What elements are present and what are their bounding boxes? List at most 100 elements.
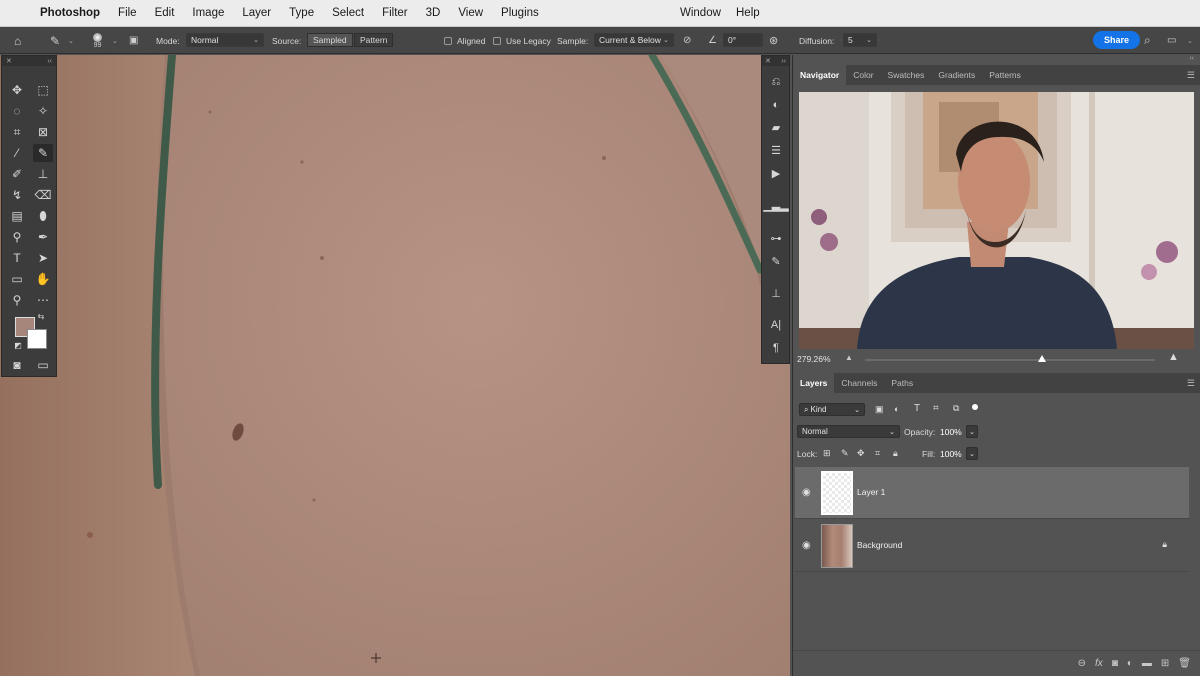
- background-color-swatch[interactable]: [27, 329, 47, 349]
- lock-image-pixels-icon[interactable]: ✎: [841, 448, 849, 459]
- properties-panel-icon[interactable]: ☰: [766, 141, 786, 159]
- menu-view[interactable]: View: [458, 7, 483, 19]
- brush-tool-icon[interactable]: ✐: [7, 165, 27, 183]
- tab-navigator[interactable]: Navigator: [793, 65, 847, 85]
- quick-selection-tool-icon[interactable]: ✧: [33, 102, 53, 120]
- menu-window[interactable]: Window: [680, 7, 721, 19]
- delete-layer-icon[interactable]: 🗑︎: [1178, 658, 1191, 669]
- tab-channels[interactable]: Channels: [834, 373, 884, 393]
- workspace-icon[interactable]: ▭: [1167, 27, 1176, 54]
- more-tools-icon[interactable]: ⋯: [33, 291, 53, 309]
- menu-help[interactable]: Help: [736, 7, 760, 19]
- lock-transparent-pixels-icon[interactable]: ⊞: [823, 448, 831, 459]
- tab-patterns[interactable]: Patterns: [982, 65, 1028, 85]
- filter-smart-object-icon[interactable]: ⧉: [953, 403, 959, 414]
- blend-mode-select[interactable]: Normal ⌄: [797, 425, 900, 438]
- app-name-menu[interactable]: Photoshop: [40, 7, 100, 19]
- link-layers-icon[interactable]: ⊖: [1078, 658, 1086, 669]
- swap-colors-icon[interactable]: ⇆: [35, 310, 47, 322]
- clone-stamp-tool-icon[interactable]: ⊥: [33, 165, 53, 183]
- menu-filter[interactable]: Filter: [382, 7, 408, 19]
- actions-panel-icon[interactable]: ▶: [766, 164, 786, 182]
- collapse-panels-icon[interactable]: ‹‹: [1189, 55, 1194, 62]
- opacity-value[interactable]: 100%: [940, 427, 962, 437]
- eyedropper-tool-icon[interactable]: ⁄: [7, 144, 27, 162]
- dodge-tool-icon[interactable]: ⚲: [7, 228, 27, 246]
- menu-image[interactable]: Image: [192, 7, 224, 19]
- color-panel-icon[interactable]: ◐: [766, 96, 786, 114]
- tool-preset-chevron-icon[interactable]: ⌄: [68, 27, 74, 54]
- histogram-panel-icon[interactable]: ▁▃▂: [763, 196, 788, 214]
- search-icon[interactable]: ⌕: [1144, 27, 1151, 54]
- fill-chevron-icon[interactable]: ⌄: [966, 447, 978, 460]
- path-selection-tool-icon[interactable]: ➤: [33, 249, 53, 267]
- healing-brush-tool-icon[interactable]: ✎: [50, 27, 60, 54]
- panel-menu-icon[interactable]: ☰: [1187, 70, 1195, 81]
- lock-artboard-icon[interactable]: ⌗: [875, 448, 880, 459]
- visibility-eye-icon[interactable]: ◉: [802, 540, 811, 551]
- layer-row-background[interactable]: ◉ Background 🔒︎: [795, 520, 1189, 572]
- panel-menu-icon[interactable]: ☰: [1187, 378, 1195, 389]
- type-tool-icon[interactable]: T: [7, 249, 27, 267]
- eraser-tool-icon[interactable]: ⌫: [33, 186, 53, 204]
- close-icon[interactable]: ✕: [765, 57, 771, 65]
- pressure-size-icon[interactable]: ⊛: [769, 27, 778, 54]
- default-colors-icon[interactable]: ◩: [12, 339, 24, 351]
- new-layer-icon[interactable]: ⊞: [1161, 658, 1169, 669]
- lock-icon[interactable]: 🔒︎: [1162, 539, 1167, 550]
- layer-name[interactable]: Background: [857, 540, 902, 550]
- marquee-tool-icon[interactable]: ⬚: [33, 81, 53, 99]
- layer-filter-kind-select[interactable]: ⌕ Kind ⌄: [799, 403, 865, 416]
- document-canvas[interactable]: [0, 55, 790, 676]
- visibility-eye-icon[interactable]: ◉: [802, 487, 811, 498]
- paragraph-panel-icon[interactable]: ¶: [766, 339, 786, 357]
- new-group-icon[interactable]: ▬: [1142, 658, 1152, 669]
- lock-all-icon[interactable]: 🔒︎: [893, 448, 898, 459]
- gradient-tool-icon[interactable]: ▤: [7, 207, 27, 225]
- menu-plugins[interactable]: Plugins: [501, 7, 539, 19]
- menu-layer[interactable]: Layer: [242, 7, 271, 19]
- expand-icon[interactable]: ››: [781, 58, 786, 65]
- hand-tool-icon[interactable]: ✋: [33, 270, 53, 288]
- filter-toggle-icon[interactable]: [972, 404, 978, 410]
- adjustments-panel-icon[interactable]: ⊶: [766, 229, 786, 247]
- rectangle-tool-icon[interactable]: ▭: [7, 270, 27, 288]
- menu-file[interactable]: File: [118, 7, 137, 19]
- source-sampled-button[interactable]: Sampled: [307, 33, 353, 47]
- character-panel-icon[interactable]: A|: [766, 316, 786, 334]
- brush-chevron-icon[interactable]: ⌄: [112, 27, 118, 54]
- frame-tool-icon[interactable]: ⊠: [33, 123, 53, 141]
- layer-name[interactable]: Layer 1: [857, 487, 885, 497]
- angle-field[interactable]: 0°: [723, 33, 763, 47]
- ignore-adjustment-layers-icon[interactable]: ⊘: [683, 27, 691, 54]
- filter-pixel-icon[interactable]: ▣: [875, 404, 884, 415]
- comments-panel-icon[interactable]: ▰: [766, 118, 786, 136]
- blur-tool-icon[interactable]: ⬮: [33, 207, 53, 225]
- layer-style-icon[interactable]: fx: [1095, 658, 1103, 669]
- screen-mode-icon[interactable]: ▭: [33, 356, 53, 374]
- menu-edit[interactable]: Edit: [155, 7, 175, 19]
- clone-source-panel-icon[interactable]: ⊥: [766, 284, 786, 302]
- tab-paths[interactable]: Paths: [884, 373, 920, 393]
- tab-swatches[interactable]: Swatches: [881, 65, 932, 85]
- menu-type[interactable]: Type: [289, 7, 314, 19]
- diffusion-select[interactable]: 5 ⌄: [843, 33, 877, 47]
- filter-adjustment-icon[interactable]: ◐: [894, 404, 899, 414]
- quick-mask-icon[interactable]: ◙: [7, 356, 27, 374]
- zoom-tool-icon[interactable]: ⚲: [7, 291, 27, 309]
- lock-position-icon[interactable]: ✥: [857, 448, 865, 459]
- close-icon[interactable]: ✕: [6, 57, 12, 65]
- crop-tool-icon[interactable]: ⌗: [7, 123, 27, 141]
- zoom-slider[interactable]: [865, 355, 1155, 362]
- use-legacy-checkbox[interactable]: Use Legacy: [493, 27, 551, 54]
- zoom-percentage[interactable]: 279.26%: [797, 354, 831, 364]
- healing-brush-tool-icon[interactable]: ✎: [33, 144, 53, 162]
- menu-3d[interactable]: 3D: [426, 7, 441, 19]
- sample-select[interactable]: Current & Below ⌄: [594, 33, 674, 47]
- zoom-slider-thumb[interactable]: [1038, 355, 1046, 362]
- navigator-preview[interactable]: [799, 92, 1194, 349]
- opacity-chevron-icon[interactable]: ⌄: [966, 425, 978, 438]
- brush-picker[interactable]: 99: [93, 27, 102, 54]
- source-pattern-button[interactable]: Pattern: [354, 33, 394, 47]
- new-adjustment-layer-icon[interactable]: ◐: [1127, 658, 1133, 669]
